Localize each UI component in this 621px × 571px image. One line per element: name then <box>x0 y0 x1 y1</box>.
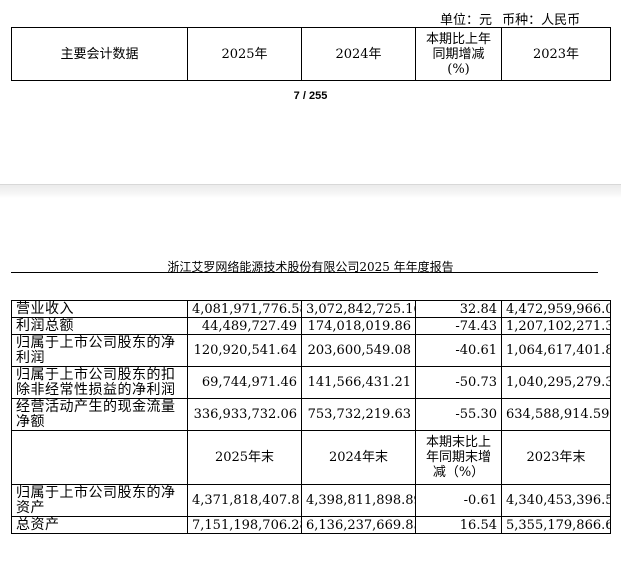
header-line: (%) <box>447 61 470 77</box>
value-2024: 6,136,237,669.85 <box>301 516 416 534</box>
value-2025: 7,151,198,706.28 <box>187 516 302 534</box>
header-line: 本期比上年 <box>425 31 491 47</box>
header-cell: 本期比上年 同期增减 (%) <box>415 27 502 81</box>
header-line: 年同期末增 <box>425 450 491 465</box>
header-cell: 2024年 <box>301 27 416 81</box>
row-label-line: 归属于上市公司股东的扣 <box>16 366 176 383</box>
header-cell <box>11 430 188 485</box>
row-label: 利润总额 <box>11 317 188 335</box>
top-header-table: 主要会计数据 2025年 2024年 本期比上年 同期增减 (%) 2023年 <box>11 27 611 81</box>
value-2025: 4,371,818,407.81 <box>187 484 302 517</box>
header-line: 本期末比上 <box>425 435 491 450</box>
row-label-line: 除非经常性损益的净利润 <box>16 381 176 398</box>
value-2024: 203,600,549.08 <box>301 334 416 367</box>
unit-label: 单位：元 <box>440 13 493 28</box>
value-2023: 1,064,617,401.84 <box>501 334 611 367</box>
sub-header-section: 2025年末 2024年末 本期末比上 年同期末增 减（%） 2023年末 <box>11 430 611 485</box>
table-row: 2025年末 2024年末 本期末比上 年同期末增 减（%） 2023年末 <box>11 430 611 485</box>
page-indicator: 7 / 255 <box>293 90 328 102</box>
table-row: 总资产 7,151,198,706.28 6,136,237,669.85 16.54… <box>11 516 611 534</box>
page-separator <box>0 184 621 198</box>
row-label-line: 归属于上市公司股东的净 <box>16 334 176 351</box>
value-2024: 141,566,431.21 <box>301 366 416 399</box>
value-2023: 1,040,295,279.35 <box>501 366 611 399</box>
row-label-line: 营业收入 <box>16 300 74 317</box>
value-2024: 4,398,811,898.89 <box>301 484 416 517</box>
value-2023: 4,340,453,396.59 <box>501 484 611 517</box>
change-percent: -0.61 <box>415 484 502 517</box>
table-row: 归属于上市公司股东的扣 除非经常性损益的净利润 69,744,971.46 141,5… <box>11 366 611 399</box>
header-cell: 2023年末 <box>501 430 611 485</box>
header-line: 同期增减 <box>432 46 485 62</box>
table-row: 利润总额 44,489,727.49 174,018,019.86 -74.43 1,2… <box>11 317 611 335</box>
header-cell: 2025年 <box>187 27 302 81</box>
row-label: 经营活动产生的现金流量 净额 <box>11 398 188 431</box>
header-cell: 2025年末 <box>187 430 302 485</box>
value-2025: 120,920,541.64 <box>187 334 302 367</box>
table-row: 归属于上市公司股东的净 资产 4,371,818,407.81 4,398,811,8… <box>11 484 611 517</box>
row-label: 归属于上市公司股东的净 利润 <box>11 334 188 367</box>
data-rows: 营业收入 4,081,971,776.58 3,072,842,725.16 32.8… <box>11 300 611 431</box>
table-row: 主要会计数据 2025年 2024年 本期比上年 同期增减 (%) 2023年 <box>11 27 611 81</box>
value-2023: 4,472,959,966.07 <box>501 300 611 318</box>
value-2023: 5,355,179,866.68 <box>501 516 611 534</box>
row-label-line: 净额 <box>16 413 45 430</box>
row-label-line: 资产 <box>16 499 45 516</box>
value-2023: 1,207,102,271.38 <box>501 317 611 335</box>
header-cell: 主要会计数据 <box>11 27 188 81</box>
change-percent: 32.84 <box>415 300 502 318</box>
value-2025: 4,081,971,776.58 <box>187 300 302 318</box>
change-percent: -40.61 <box>415 334 502 367</box>
change-percent: 16.54 <box>415 516 502 534</box>
row-label: 归属于上市公司股东的净 资产 <box>11 484 188 517</box>
main-data-table: 营业收入 4,081,971,776.58 3,072,842,725.16 32.8… <box>11 300 611 534</box>
row-label-line: 利润总额 <box>16 317 74 334</box>
header-cell: 本期末比上 年同期末增 减（%） <box>415 430 502 485</box>
header-line: 减（%） <box>432 465 485 480</box>
row-label-line: 总资产 <box>16 516 60 533</box>
unit-line: 单位：元 币种：人民币 <box>440 9 610 28</box>
data-rows: 归属于上市公司股东的净 资产 4,371,818,407.81 4,398,811,8… <box>11 484 611 534</box>
row-label-line: 经营活动产生的现金流量 <box>16 398 176 415</box>
currency-label: 币种：人民币 <box>502 13 581 28</box>
value-2024: 174,018,019.86 <box>301 317 416 335</box>
header-cell: 2023年 <box>501 27 611 81</box>
value-2023: 634,588,914.59 <box>501 398 611 431</box>
table-row: 经营活动产生的现金流量 净额 336,933,732.06 753,732,219.6… <box>11 398 611 431</box>
value-2024: 753,732,219.63 <box>301 398 416 431</box>
change-percent: -74.43 <box>415 317 502 335</box>
value-2025: 44,489,727.49 <box>187 317 302 335</box>
value-2025: 336,933,732.06 <box>187 398 302 431</box>
row-label-line: 归属于上市公司股东的净 <box>16 484 176 501</box>
table-row: 营业收入 4,081,971,776.58 3,072,842,725.16 32.8… <box>11 300 611 318</box>
change-percent: -55.30 <box>415 398 502 431</box>
table-row: 归属于上市公司股东的净 利润 120,920,541.64 203,600,549.0… <box>11 334 611 367</box>
header-rule <box>11 272 598 273</box>
row-label: 总资产 <box>11 516 188 534</box>
value-2025: 69,744,971.46 <box>187 366 302 399</box>
value-2024: 3,072,842,725.16 <box>301 300 416 318</box>
row-label: 归属于上市公司股东的扣 除非经常性损益的净利润 <box>11 366 188 399</box>
row-label-line: 利润 <box>16 349 45 366</box>
row-label: 营业收入 <box>11 300 188 318</box>
header-cell: 2024年末 <box>301 430 416 485</box>
change-percent: -50.73 <box>415 366 502 399</box>
